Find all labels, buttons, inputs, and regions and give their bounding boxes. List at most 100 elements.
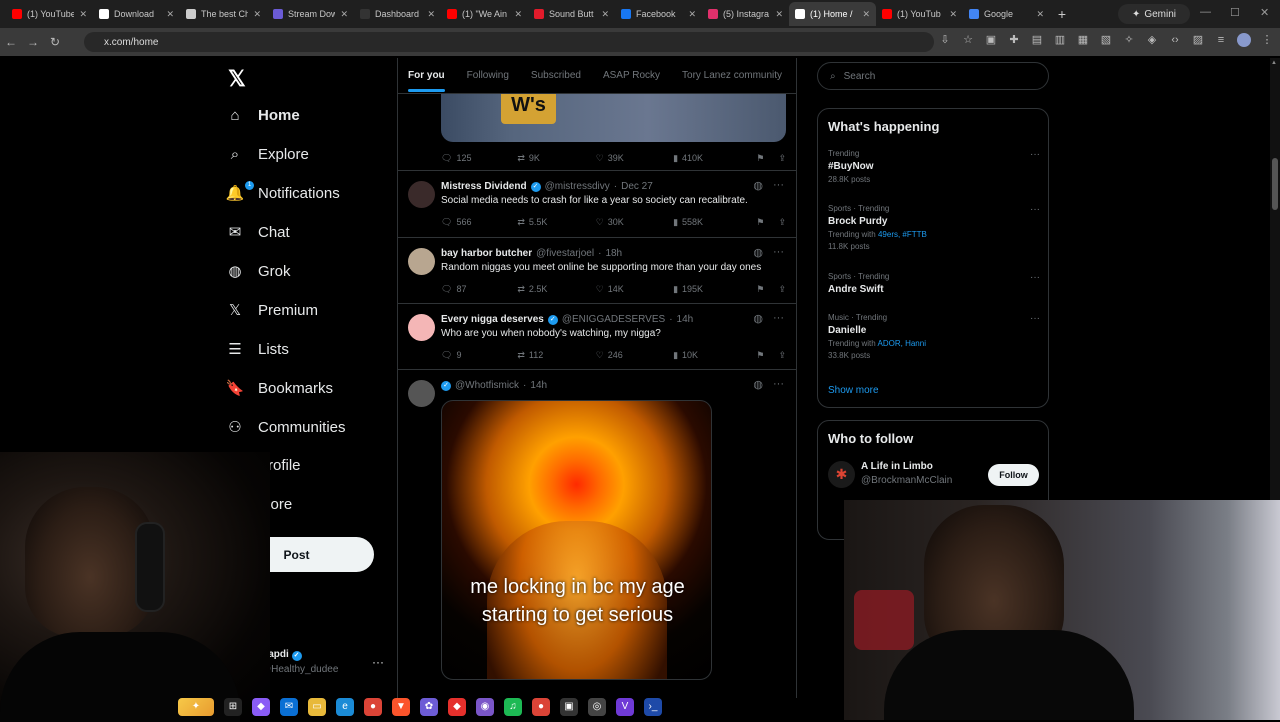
reply-button[interactable]: 🗨 9 <box>441 350 517 361</box>
browser-tab[interactable]: Facebook ✕ <box>615 2 702 26</box>
reload-icon[interactable]: ↻ <box>44 35 66 49</box>
close-tab-icon[interactable]: ✕ <box>253 9 261 20</box>
share-icon[interactable]: ⇪ <box>778 284 786 295</box>
browser-tab[interactable]: Dashboard ✕ <box>354 2 441 26</box>
folder-icon[interactable]: ▭ <box>308 697 326 716</box>
extension-icon-8[interactable]: ‹› <box>1168 33 1182 47</box>
tweet[interactable]: bay harbor butcher @fivestarjoel · 18h ◍ ··· R… <box>398 238 796 304</box>
maximize-icon[interactable]: ☐ <box>1230 6 1240 19</box>
extension-icon-6[interactable]: ✧ <box>1122 33 1136 47</box>
tweet-author-handle[interactable]: @fivestarjoel <box>536 248 594 259</box>
show-more-link[interactable]: Show more <box>828 385 879 396</box>
more-icon[interactable]: ··· <box>773 179 784 192</box>
tweet-time[interactable]: Dec 27 <box>621 181 653 192</box>
bookmark-icon[interactable]: ⚑ <box>756 217 764 228</box>
bookmark-icon[interactable]: ⚑ <box>756 153 764 164</box>
suggestion-name[interactable]: A Life in Limbo <box>861 461 933 472</box>
tweet-author-handle[interactable]: @mistressdivy <box>545 181 610 192</box>
nav-item-premium[interactable]: 𝕏 Premium <box>226 295 318 325</box>
url-input[interactable]: x.com/home <box>84 32 934 52</box>
app-icon-3[interactable]: ◆ <box>448 697 466 716</box>
repost-button[interactable]: ⇄ 5.5K <box>517 217 595 228</box>
more-icon[interactable]: ··· <box>773 246 784 259</box>
star-icon[interactable]: ☆ <box>961 33 975 47</box>
scrollbar-thumb[interactable] <box>1272 158 1278 210</box>
trend-item[interactable]: Sports · Trending Andre Swift ··· <box>828 272 1040 295</box>
grok-icon[interactable]: ◍ <box>753 378 763 391</box>
timeline-tab[interactable]: Following <box>467 70 509 81</box>
more-icon[interactable]: ··· <box>1030 149 1040 160</box>
more-icon[interactable]: ··· <box>1030 272 1040 283</box>
avatar[interactable] <box>408 314 435 341</box>
nav-item-home[interactable]: ⌂ Home <box>226 100 299 130</box>
edge-icon[interactable]: e <box>336 697 354 716</box>
trend-item[interactable]: Trending #BuyNow 28.8K posts ··· <box>828 149 1040 184</box>
tweet-author-name[interactable]: Mistress Dividend <box>441 181 527 192</box>
close-tab-icon[interactable]: ✕ <box>688 9 696 20</box>
close-tab-icon[interactable]: ✕ <box>1036 9 1044 20</box>
extension-icon-2[interactable]: ▤ <box>1030 33 1044 47</box>
reply-button[interactable]: 🗨 125 <box>441 153 517 164</box>
trend-item[interactable]: Sports · Trending Brock Purdy Trending wit… <box>828 204 1040 251</box>
tweet[interactable]: ✓ @Whotfismick · 14h ◍ ··· me locking in bc my… <box>398 370 796 698</box>
follow-button[interactable]: Follow <box>988 464 1039 486</box>
install-icon[interactable]: ⇩ <box>938 33 952 47</box>
playlist-icon[interactable]: ≡ <box>1214 33 1228 47</box>
tweet-time[interactable]: 18h <box>605 248 622 259</box>
extension-icon-9[interactable]: ▨ <box>1191 33 1205 47</box>
back-icon[interactable]: ← <box>0 35 22 49</box>
app-icon-4[interactable]: ◉ <box>476 697 494 716</box>
nav-item-communities[interactable]: ⚇ Communities <box>226 412 345 442</box>
bookmark-icon[interactable]: ⚑ <box>756 284 764 295</box>
obs-icon[interactable]: ◎ <box>588 697 606 716</box>
like-button[interactable]: ♡ 39K <box>596 153 673 164</box>
avatar[interactable]: ✱ <box>828 461 855 488</box>
trend-with-links[interactable]: ADOR, Hanni <box>878 339 926 348</box>
trend-with-links[interactable]: 49ers, #FTTB <box>878 230 927 239</box>
close-tab-icon[interactable]: ✕ <box>79 9 87 20</box>
browser-tab[interactable]: Sound Butt ✕ <box>528 2 615 26</box>
scroll-up-icon[interactable]: ▲ <box>1271 60 1277 66</box>
avatar[interactable] <box>408 248 435 275</box>
app-icon-5[interactable]: ▣ <box>560 697 578 716</box>
views-button[interactable]: ▮ 410K <box>673 153 756 164</box>
task-view-icon[interactable]: ⊞ <box>224 697 242 716</box>
more-icon[interactable]: ··· <box>773 378 784 391</box>
repost-button[interactable]: ⇄ 112 <box>517 350 595 361</box>
tweet-author-handle[interactable]: @Whotfismick <box>455 380 519 391</box>
share-icon[interactable]: ⇪ <box>778 153 786 164</box>
grok-icon[interactable]: ◍ <box>753 179 763 192</box>
timeline-tab[interactable]: Subscribed <box>531 70 581 81</box>
tweet[interactable]: Mistress Dividend ✓ @mistressdivy · Dec 27 ◍ ·… <box>398 171 796 238</box>
search-input[interactable]: ⌕ Search <box>817 62 1049 90</box>
tweet-time[interactable]: 14h <box>530 380 547 391</box>
browser-tab[interactable]: The best Ch ✕ <box>180 2 267 26</box>
tweet-media-top[interactable]: W's <box>441 94 786 142</box>
repost-button[interactable]: ⇄ 2.5K <box>517 284 595 295</box>
profile-avatar-icon[interactable] <box>1237 33 1251 47</box>
bookmark-icon[interactable]: ⚑ <box>756 350 764 361</box>
browser-tab[interactable]: (1) Home / ✕ <box>789 2 876 26</box>
vegas-icon[interactable]: V <box>616 697 634 716</box>
reply-button[interactable]: 🗨 566 <box>441 217 517 228</box>
nav-item-chat[interactable]: ✉ Chat <box>226 217 290 247</box>
close-tab-icon[interactable]: ✕ <box>166 9 174 20</box>
new-tab-icon[interactable]: + <box>1050 6 1074 22</box>
close-tab-icon[interactable]: ✕ <box>775 9 783 20</box>
nav-item-notifications[interactable]: 🔔 1 Notifications <box>226 178 340 208</box>
more-icon[interactable]: ··· <box>773 312 784 325</box>
browser-tab[interactable]: (5) Instagra ✕ <box>702 2 789 26</box>
extension-icon-4[interactable]: ▦ <box>1076 33 1090 47</box>
chrome-icon-2[interactable]: ● <box>532 697 550 716</box>
extension-icon-5[interactable]: ▧ <box>1099 33 1113 47</box>
timeline-tab[interactable]: For you <box>408 70 445 92</box>
browser-tab[interactable]: Download ✕ <box>93 2 180 26</box>
views-button[interactable]: ▮ 10K <box>673 350 756 361</box>
like-button[interactable]: ♡ 30K <box>596 217 673 228</box>
share-icon[interactable]: ⇪ <box>778 350 786 361</box>
close-tab-icon[interactable]: ✕ <box>949 9 957 20</box>
close-tab-icon[interactable]: ✕ <box>862 9 870 20</box>
extension-icon-1[interactable]: ▣ <box>984 33 998 47</box>
x-logo-icon[interactable]: 𝕏 <box>228 66 246 92</box>
extension-icon-3[interactable]: ▥ <box>1053 33 1067 47</box>
